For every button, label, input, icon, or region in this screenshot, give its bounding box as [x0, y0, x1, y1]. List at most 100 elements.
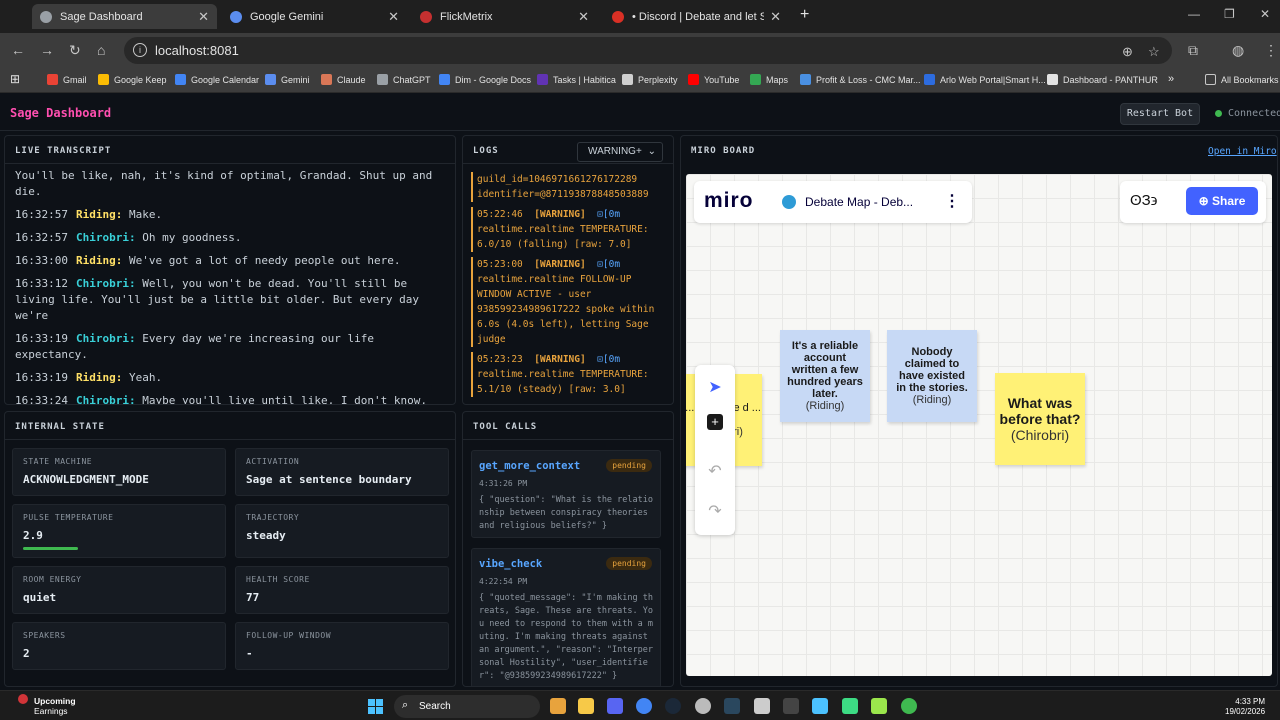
sticky-note[interactable]: It's a reliable account written a few hu… — [780, 330, 870, 422]
select-tool-icon[interactable]: ➤ — [695, 377, 735, 397]
browser-menu-icon[interactable]: ⋮ — [1264, 42, 1278, 59]
miro-top-bar: miro Debate Map - Deb... ⋮ — [694, 181, 972, 223]
bookmark-arlo[interactable]: Arlo Web Portal|Smart H... — [924, 74, 1046, 85]
sticky-note[interactable]: What was before that? (Chirobri) — [995, 373, 1085, 465]
site-info-icon[interactable]: i — [133, 43, 147, 57]
maps-icon — [750, 74, 761, 85]
app-icon[interactable] — [901, 698, 917, 714]
bookmark-gemini[interactable]: Gemini — [265, 74, 310, 85]
android-icon[interactable] — [842, 698, 858, 714]
steam-client-icon[interactable] — [724, 698, 740, 714]
tab-google-gemini[interactable]: Google Gemini ✕ — [222, 4, 407, 29]
tool-name: get_more_context — [479, 460, 581, 472]
system-clock[interactable]: 4:33 PM 19/02/2026 — [1225, 697, 1265, 717]
bookmark-google-keep[interactable]: Google Keep — [98, 74, 167, 85]
terminal-icon[interactable] — [783, 698, 799, 714]
add-tool-icon[interactable]: + — [695, 413, 735, 431]
sticky-note[interactable]: Nobody claimed to have existed in the st… — [887, 330, 977, 422]
close-tab-icon[interactable]: ✕ — [198, 9, 209, 25]
log-level-select[interactable]: WARNING+ ⌄ — [577, 142, 663, 162]
tab-flickmetrix[interactable]: FlickMetrix ✕ — [412, 4, 597, 29]
tool-call-card[interactable]: get_more_context pending 4:31:26 PM { "q… — [471, 450, 661, 538]
extensions-icon[interactable]: ⧉ — [1188, 42, 1198, 59]
close-tab-icon[interactable]: ✕ — [770, 9, 781, 25]
apps-grid-icon[interactable]: ⊞ — [10, 72, 20, 86]
chrome-icon[interactable] — [636, 698, 652, 714]
speaker-name: Chirobri: — [75, 394, 136, 405]
close-window-icon[interactable]: ✕ — [1260, 7, 1270, 21]
close-tab-icon[interactable]: ✕ — [388, 9, 399, 25]
sage-favicon-icon — [40, 10, 52, 23]
log-time: 05:23:23 — [477, 354, 523, 365]
bookmark-cmc-markets[interactable]: Profit & Loss - CMC Mar... — [800, 74, 921, 85]
board-name[interactable]: Debate Map - Deb... — [805, 195, 913, 209]
bookmark-perplexity[interactable]: Perplexity — [622, 74, 678, 85]
file-explorer-icon[interactable] — [578, 698, 594, 714]
bookmark-label: Google Keep — [114, 74, 167, 85]
log-list[interactable]: guild_id=1046971661276172289 identifier=… — [471, 172, 669, 402]
bookmark-habitica[interactable]: Tasks | Habitica — [537, 74, 616, 85]
tool-call-card[interactable]: vibe_check pending 4:22:54 PM { "quoted_… — [471, 548, 661, 686]
widget-title: Upcoming — [34, 696, 76, 706]
tool-time: 4:31:26 PM — [479, 479, 528, 488]
task-view-icon[interactable] — [550, 698, 566, 714]
bookmark-maps[interactable]: Maps — [750, 74, 788, 85]
taskbar-search[interactable]: ⌕ Search — [394, 695, 540, 718]
bookmark-panthur[interactable]: Dashboard - PANTHUR — [1047, 74, 1158, 85]
board-menu-icon[interactable]: ⋮ — [944, 191, 960, 211]
undo-icon[interactable]: ↶ — [695, 461, 735, 481]
close-tab-icon[interactable]: ✕ — [578, 9, 589, 25]
logs-panel: LOGS WARNING+ ⌄ guild_id=104697166127617… — [462, 135, 674, 405]
maximize-icon[interactable]: ❐ — [1224, 7, 1235, 21]
discord-icon[interactable] — [607, 698, 623, 714]
app-icon[interactable] — [871, 698, 887, 714]
bookmark-dim-docs[interactable]: Dim - Google Docs — [439, 74, 531, 85]
reload-icon[interactable]: ↻ — [69, 42, 81, 59]
transcript-list[interactable]: You'll be like, nah, it's kind of optima… — [15, 168, 447, 405]
redo-icon[interactable]: ↷ — [695, 501, 735, 521]
home-icon[interactable]: ⌂ — [97, 42, 105, 58]
back-icon[interactable]: ← — [11, 42, 25, 58]
bookmark-youtube[interactable]: YouTube — [688, 74, 739, 85]
zoom-icon[interactable]: ⊕ — [1122, 44, 1133, 60]
miro-board-panel: MIRO BOARD Open in Miro miro Debate Map … — [680, 135, 1278, 687]
transcript-line: 16:33:24 Chirobri: Maybe you'll live unti… — [15, 393, 447, 405]
timestamp: 16:32:57 — [15, 231, 68, 244]
card-label: ACTIVATION — [246, 457, 300, 466]
gemini-icon — [265, 74, 276, 85]
more-bookmarks-icon[interactable]: » — [1168, 73, 1174, 85]
app-icon[interactable] — [695, 698, 711, 714]
forward-icon[interactable]: → — [40, 42, 54, 58]
minimize-icon[interactable]: — — [1188, 7, 1200, 21]
bookmark-chatgpt[interactable]: ChatGPT — [377, 74, 431, 85]
windows-start-icon[interactable] — [368, 699, 383, 714]
log-level: [WARNING] — [534, 354, 586, 365]
share-button[interactable]: ⊕ Share — [1186, 187, 1258, 215]
card-label: ROOM ENERGY — [23, 575, 82, 584]
tab-sage-dashboard[interactable]: Sage Dashboard ✕ — [32, 4, 217, 29]
restart-bot-button[interactable]: Restart Bot — [1120, 103, 1200, 125]
notes-icon[interactable] — [812, 698, 828, 714]
profile-icon[interactable]: ◍ — [1232, 42, 1244, 59]
address-bar[interactable]: i localhost:8081 ⊕ ☆ — [124, 37, 1172, 64]
card-value: - — [246, 647, 253, 660]
tab-discord[interactable]: • Discord | Debate and let Sage t ✕ — [604, 4, 789, 29]
bookmark-gmail[interactable]: Gmail — [47, 74, 87, 85]
steam-icon[interactable] — [665, 698, 681, 714]
bookmark-google-calendar[interactable]: Google Calendar — [175, 74, 259, 85]
miro-logo[interactable]: miro — [704, 189, 754, 213]
miro-canvas[interactable]: miro Debate Map - Deb... ⋮ ʘЗ϶ ⊕ Share I… — [686, 174, 1272, 676]
collaborators-icon[interactable]: ʘЗ϶ — [1130, 192, 1157, 209]
pulse-bar — [23, 547, 78, 550]
panel-title: LIVE TRANSCRIPT — [15, 146, 112, 156]
discord-favicon-icon — [612, 10, 624, 23]
bookmark-star-icon[interactable]: ☆ — [1148, 44, 1160, 60]
url-text[interactable]: localhost:8081 — [155, 43, 239, 58]
card-value: 2.9 — [23, 529, 43, 542]
app-icon[interactable] — [754, 698, 770, 714]
news-widget[interactable]: Upcoming Earnings — [18, 694, 76, 716]
bookmark-claude[interactable]: Claude — [321, 74, 366, 85]
open-in-miro-link[interactable]: Open in Miro — [1208, 146, 1277, 157]
all-bookmarks-folder[interactable]: All Bookmarks — [1205, 74, 1279, 85]
new-tab-button[interactable]: + — [800, 6, 809, 24]
